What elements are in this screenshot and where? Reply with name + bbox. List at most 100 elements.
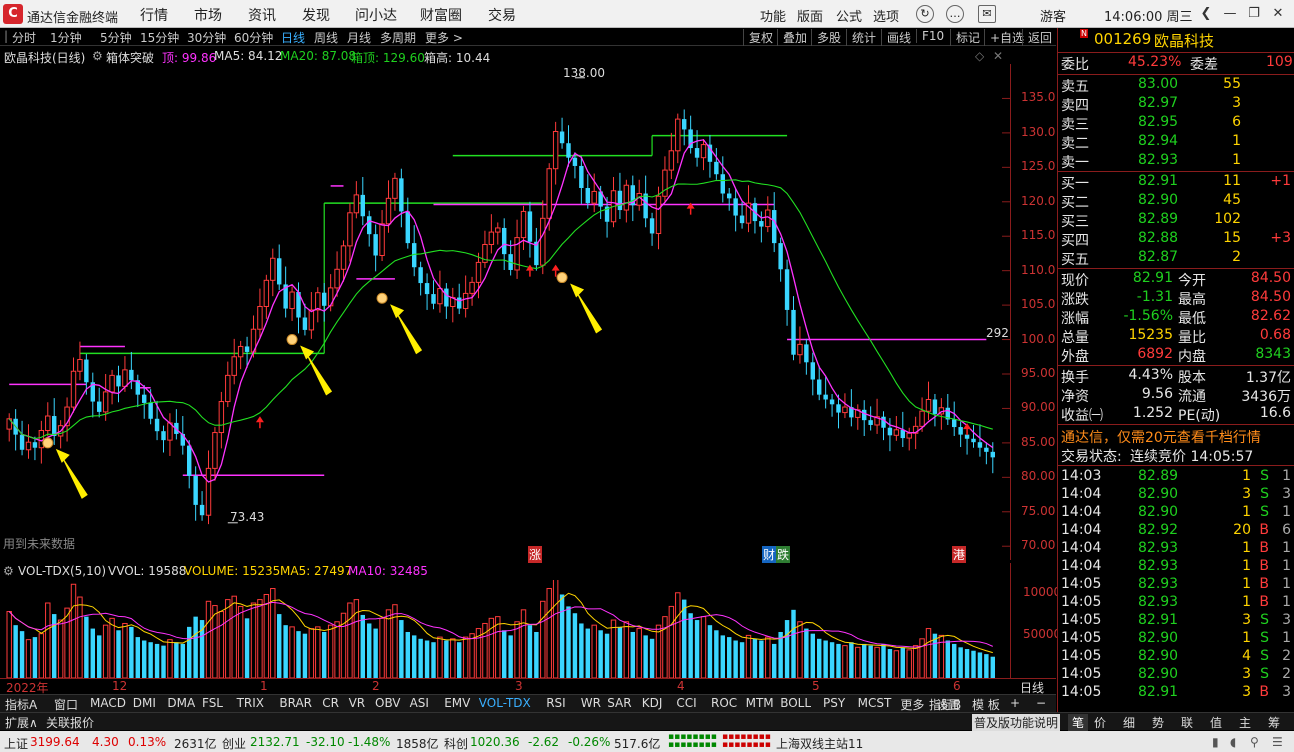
panel-tab[interactable]: 势: [1152, 714, 1164, 731]
related-quotes-tab[interactable]: 关联报价: [46, 714, 94, 731]
hand-pointer-icon[interactable]: [42, 437, 54, 449]
period-tab[interactable]: 分时: [12, 29, 36, 46]
help-tab[interactable]: 普及版功能说明: [972, 714, 1061, 731]
indicator-tab[interactable]: 窗口: [54, 696, 78, 713]
indicator-tab-right[interactable]: 模 板: [972, 696, 1000, 713]
indicator-tab[interactable]: VOL-TDX: [479, 696, 531, 710]
fall-marker[interactable]: 跌: [776, 546, 791, 563]
hand-pointer-icon[interactable]: [286, 334, 298, 346]
toolbar-button[interactable]: 返回: [1022, 29, 1052, 46]
period-tab[interactable]: 1分钟: [50, 29, 82, 46]
chat-icon[interactable]: …: [946, 5, 964, 23]
toolbar-button[interactable]: F10: [916, 29, 944, 43]
indicator-tab[interactable]: BOLL: [780, 696, 811, 710]
toolbar-button[interactable]: 标记: [950, 29, 980, 46]
kc-index-name[interactable]: 科创: [444, 735, 468, 752]
settings-icon[interactable]: ☰: [1272, 735, 1283, 749]
period-tab[interactable]: 15分钟: [140, 29, 179, 46]
indicator-tab[interactable]: EMV: [444, 696, 470, 710]
panel-tab[interactable]: 值: [1210, 714, 1222, 731]
indicator-tab[interactable]: PSY: [823, 696, 845, 710]
menu-wealth[interactable]: 财富圈: [420, 5, 462, 25]
panel-tab[interactable]: 细: [1123, 714, 1135, 731]
close-icon[interactable]: ✕: [1268, 4, 1288, 24]
menu-quotes[interactable]: 行情: [140, 5, 168, 25]
indicator-tab[interactable]: MCST: [858, 696, 892, 710]
indicator-tab[interactable]: 更多: [900, 696, 924, 713]
rise-marker[interactable]: 涨: [528, 546, 543, 563]
indicator-tab[interactable]: OBV: [375, 696, 401, 710]
toolbar-button[interactable]: +自选: [984, 29, 1024, 46]
panel-tab[interactable]: 主: [1239, 714, 1251, 731]
volume-settings-icon[interactable]: ⚙: [3, 564, 14, 578]
user-label[interactable]: 游客: [1040, 6, 1066, 25]
back-icon[interactable]: ❮: [1196, 4, 1216, 24]
sh-index-name[interactable]: 上证: [4, 735, 28, 752]
indicator-tab-right[interactable]: −: [1036, 696, 1046, 710]
hand-pointer-icon[interactable]: [556, 272, 568, 284]
indicator-tab[interactable]: MACD: [90, 696, 126, 710]
panel-tab[interactable]: 笔: [1068, 714, 1089, 731]
diamond-icon[interactable]: ◇: [975, 49, 984, 63]
indicator-tab[interactable]: CR: [322, 696, 339, 710]
toolbar-button[interactable]: 多股: [811, 29, 841, 46]
menu-function[interactable]: 功能: [760, 6, 786, 25]
indicator-tab-right[interactable]: +: [1010, 696, 1020, 710]
minimize-icon[interactable]: —: [1220, 4, 1240, 24]
market-breadth-icon[interactable]: ▪▪▪▪▪▪▪▪ ▪▪▪▪▪▪▪▪: [668, 733, 717, 750]
period-tab-more[interactable]: 更多 >: [425, 29, 463, 46]
cy-index-name[interactable]: 创业: [222, 735, 246, 752]
menu-layout[interactable]: 版面: [797, 6, 823, 25]
period-tab[interactable]: 30分钟: [187, 29, 226, 46]
candlestick-chart[interactable]: [0, 64, 1010, 560]
indicator-tab[interactable]: RSI: [546, 696, 566, 710]
restore-icon[interactable]: ❐: [1244, 4, 1264, 24]
indicator-tab[interactable]: SAR: [607, 696, 631, 710]
period-tab[interactable]: 周线: [314, 29, 338, 46]
panel-tab[interactable]: 联: [1181, 714, 1193, 731]
close-chart-icon[interactable]: ✕: [993, 49, 1003, 63]
indicator-tab[interactable]: WR: [581, 696, 601, 710]
menu-trade[interactable]: 交易: [488, 5, 516, 25]
menu-formula[interactable]: 公式: [836, 6, 862, 25]
hk-marker[interactable]: 港: [952, 546, 967, 563]
period-tab[interactable]: 多周期: [380, 29, 416, 46]
indicator-tab[interactable]: BRAR: [279, 696, 312, 710]
menu-discover[interactable]: 发现: [302, 5, 330, 25]
toolbar-button[interactable]: 画线: [881, 29, 911, 46]
indicator-tab[interactable]: 指标A: [5, 696, 37, 713]
mail-icon[interactable]: ✉: [978, 5, 996, 23]
indicator-tab-right[interactable]: 指标B: [929, 696, 961, 713]
indicator-tab[interactable]: FSL: [202, 696, 223, 710]
period-tab[interactable]: 60分钟: [234, 29, 273, 46]
indicator-tab[interactable]: CCI: [676, 696, 696, 710]
indicator-tab[interactable]: TRIX: [237, 696, 264, 710]
promo-link[interactable]: 通达信，仅需20元查看千档行情: [1058, 427, 1294, 446]
finance-marker[interactable]: 财: [762, 546, 777, 563]
expand-tab[interactable]: 扩展∧: [5, 714, 38, 731]
indicator-tab[interactable]: KDJ: [642, 696, 663, 710]
indicator-tab[interactable]: MTM: [746, 696, 774, 710]
volume-indicator-name[interactable]: VOL-TDX(5,10): [18, 564, 106, 578]
panel-tab[interactable]: 价: [1094, 714, 1106, 731]
menu-options[interactable]: 选项: [873, 6, 899, 25]
period-tab[interactable]: 月线: [347, 29, 371, 46]
volume-chart[interactable]: [0, 580, 1010, 678]
menu-ask[interactable]: 问小达: [355, 5, 397, 25]
toolbar-button[interactable]: 叠加: [777, 29, 807, 46]
hand-pointer-icon[interactable]: [376, 292, 388, 304]
panel-tab[interactable]: 筹: [1268, 714, 1280, 731]
menu-news[interactable]: 资讯: [248, 5, 276, 25]
toolbar-button[interactable]: 复权: [743, 29, 773, 46]
indicator-tab[interactable]: ROC: [711, 696, 737, 710]
period-tab-selected[interactable]: 日线: [281, 29, 305, 46]
signal-icon[interactable]: ▮: [1212, 735, 1219, 749]
market-breadth-icon[interactable]: ▪▪▪▪▪▪▪▪ ▪▪▪▪▪▪▪▪: [722, 733, 771, 750]
indicator-tab[interactable]: ASI: [410, 696, 429, 710]
refresh-icon[interactable]: ↻: [916, 5, 934, 23]
indicator-tab[interactable]: VR: [349, 696, 366, 710]
period-tab[interactable]: 5分钟: [100, 29, 132, 46]
toolbar-button[interactable]: 统计: [846, 29, 876, 46]
search-icon[interactable]: ⚲: [1250, 735, 1259, 749]
settings-icon[interactable]: ⚙: [92, 49, 103, 63]
